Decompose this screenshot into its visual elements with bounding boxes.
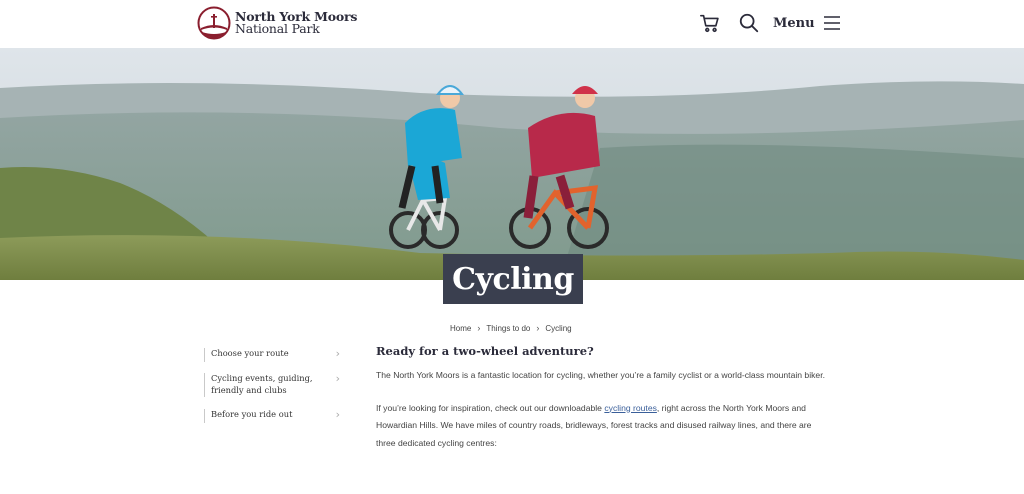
chevron-right-icon: › — [536, 323, 540, 333]
routes-text-before: If you’re looking for inspiration, check… — [376, 402, 605, 413]
breadcrumb-things-to-do[interactable]: Things to do — [486, 324, 530, 333]
chevron-right-icon: › — [335, 372, 340, 385]
sidebar-item-events-clubs[interactable]: Cycling events, guiding, friendly and cl… — [204, 373, 340, 397]
site-header: North York Moors National Park Menu — [0, 0, 1024, 48]
logo-line-2: National Park — [235, 21, 320, 36]
page-title: Cycling — [452, 261, 574, 297]
intro-paragraph: The North York Moors is a fantastic loca… — [376, 370, 825, 380]
menu-button[interactable]: Menu — [773, 12, 841, 34]
shopping-cart-icon[interactable] — [699, 12, 721, 34]
cycling-routes-link[interactable]: cycling routes — [604, 403, 657, 413]
main-content: Ready for a two-wheel adventure? The Nor… — [376, 344, 826, 452]
national-park-logo-icon — [197, 6, 231, 40]
site-logo[interactable]: North York Moors National Park — [197, 6, 357, 40]
sidebar-item-label: Cycling events, guiding, friendly and cl… — [211, 373, 313, 395]
chevron-right-icon: › — [335, 347, 340, 360]
logo-text: North York Moors National Park — [235, 10, 357, 36]
hamburger-menu-icon — [823, 16, 840, 30]
sidebar-item-label: Choose your route — [211, 348, 289, 358]
hero-image — [0, 48, 1024, 280]
sidebar-item-before-ride[interactable]: Before you ride out › — [204, 409, 340, 423]
breadcrumb: Home › Things to do › Cycling — [450, 323, 572, 333]
menu-label: Menu — [773, 15, 815, 31]
breadcrumb-current: Cycling — [545, 323, 572, 333]
chevron-right-icon: › — [335, 408, 340, 421]
sidebar-item-choose-route[interactable]: Choose your route › — [204, 348, 340, 362]
sidebar-item-label: Before you ride out — [211, 409, 293, 419]
intro-heading: Ready for a two-wheel adventure? — [376, 344, 594, 358]
search-icon[interactable] — [738, 12, 760, 34]
breadcrumb-home[interactable]: Home — [450, 324, 471, 333]
chevron-right-icon: › — [477, 323, 481, 333]
page-title-box: Cycling — [443, 254, 583, 304]
routes-paragraph: If you’re looking for inspiration, check… — [376, 400, 826, 453]
